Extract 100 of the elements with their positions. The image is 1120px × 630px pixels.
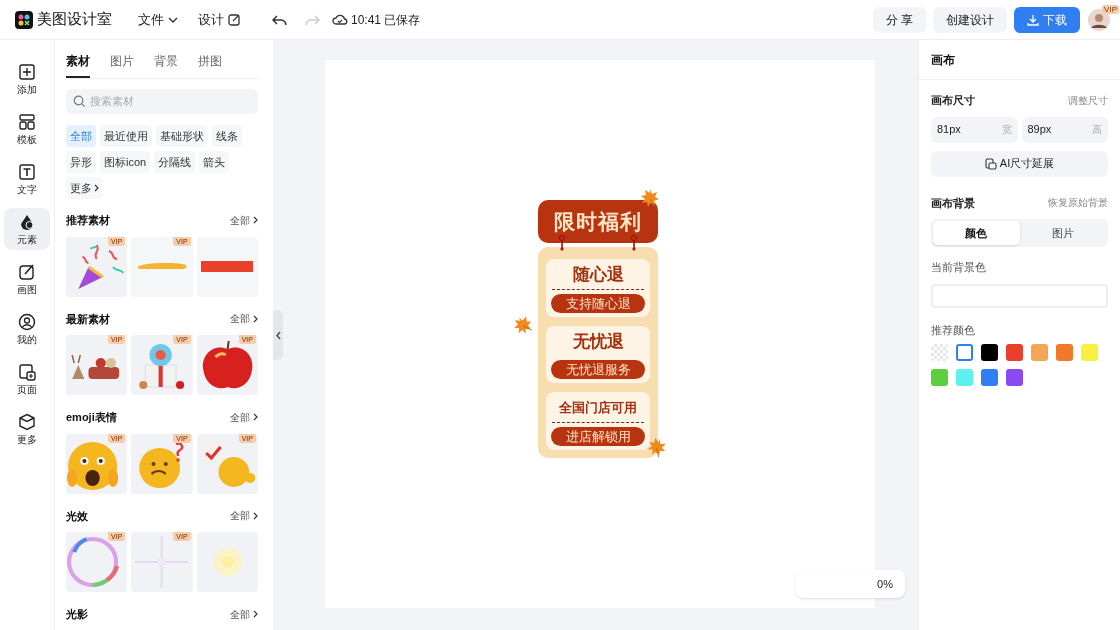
text-link[interactable]: 恢复原始背景 bbox=[1048, 195, 1108, 211]
section-title: 最新素材 bbox=[66, 311, 110, 327]
search-icon bbox=[73, 95, 85, 107]
filter-chip[interactable]: 分隔线 bbox=[154, 151, 196, 173]
panel-tab[interactable]: 素材 bbox=[66, 52, 90, 78]
size-field[interactable]: 89px 高 bbox=[1021, 116, 1108, 143]
download-icon bbox=[1027, 13, 1039, 26]
coupon-heading: 全国门店可用 bbox=[552, 396, 644, 423]
panel-tab[interactable]: 图片 bbox=[110, 52, 134, 78]
rail-item[interactable]: 画图 bbox=[4, 258, 50, 300]
chevron-right-icon bbox=[253, 216, 258, 225]
color-swatch[interactable] bbox=[931, 369, 948, 386]
color-swatch[interactable] bbox=[956, 369, 973, 386]
save-status: 10:41 已保存 bbox=[351, 11, 421, 29]
menu-button[interactable]: 文件 bbox=[138, 9, 178, 30]
chevron-right-icon bbox=[253, 413, 258, 422]
segment-tab[interactable]: 颜色 bbox=[933, 221, 1020, 245]
text-icon bbox=[18, 162, 36, 181]
rail-item[interactable]: 更多 bbox=[4, 408, 50, 450]
size-field[interactable]: 81px 宽 bbox=[931, 116, 1018, 143]
chevron-right-icon bbox=[253, 511, 258, 520]
ai-resize-button[interactable]: AI尺寸延展 bbox=[931, 150, 1108, 177]
section-label: 画布背景 bbox=[931, 195, 975, 211]
color-swatch[interactable] bbox=[1006, 369, 1023, 386]
edit-icon bbox=[228, 13, 240, 26]
rail-item[interactable]: 模板 bbox=[4, 108, 50, 150]
unit-label: 高 bbox=[1092, 123, 1102, 137]
rail-item[interactable]: 添加 bbox=[4, 58, 50, 100]
panel-tab[interactable]: 拼图 bbox=[198, 52, 222, 78]
coupon-heading: 无忧退 bbox=[571, 331, 625, 353]
section-title: emoji表情 bbox=[66, 410, 117, 425]
panel-title: 画布 bbox=[919, 40, 1120, 80]
undo-icon bbox=[272, 13, 287, 26]
coupon-tag: 支持随心退 bbox=[551, 294, 645, 313]
menu-button[interactable]: 设计 bbox=[198, 9, 240, 30]
resize-icon bbox=[984, 157, 997, 170]
chevron-right-icon bbox=[253, 610, 258, 619]
download-button[interactable]: 下载 bbox=[1014, 6, 1080, 33]
color-swatch[interactable] bbox=[981, 369, 998, 386]
coupon-tag: 进店解锁用 bbox=[551, 427, 645, 446]
see-all-link[interactable]: 全部 bbox=[230, 409, 258, 425]
cloud-icon bbox=[332, 13, 348, 26]
undo-button[interactable] bbox=[272, 13, 287, 26]
see-all-link[interactable]: 全部 bbox=[230, 311, 258, 327]
create-design-button[interactable]: 创建设计 bbox=[933, 6, 1007, 33]
add-icon bbox=[18, 62, 36, 81]
see-all-link[interactable]: 全部 bbox=[230, 508, 258, 524]
text-link[interactable]: 调整尺寸 bbox=[1068, 92, 1108, 108]
section-title: 推荐素材 bbox=[66, 213, 110, 228]
color-swatch[interactable] bbox=[931, 344, 948, 361]
see-all-link[interactable]: 全部 bbox=[230, 606, 258, 622]
rail-item[interactable]: 文字 bbox=[4, 158, 50, 200]
logo-icon bbox=[15, 10, 33, 29]
cube-icon bbox=[18, 412, 36, 431]
filter-chip[interactable]: 最近使用 bbox=[100, 125, 152, 147]
zoom-control[interactable]: 0% bbox=[795, 570, 905, 598]
filter-chip[interactable]: 图标icon bbox=[100, 151, 151, 173]
draw-icon bbox=[18, 262, 36, 281]
template-icon bbox=[18, 112, 36, 131]
filter-chip[interactable]: 异形 bbox=[66, 151, 96, 173]
user-icon bbox=[18, 312, 36, 331]
color-swatch[interactable] bbox=[1006, 344, 1023, 361]
redo-icon bbox=[305, 13, 320, 26]
filter-chip[interactable]: 线条 bbox=[212, 125, 242, 147]
color-swatch[interactable] bbox=[1081, 344, 1098, 361]
coupon-heading: 随心退 bbox=[552, 263, 644, 290]
chevron-right-icon bbox=[94, 184, 99, 192]
app-name: 美图设计室 bbox=[37, 9, 112, 30]
chevron-right-icon bbox=[253, 314, 258, 323]
search-field[interactable]: 搜索素材 bbox=[66, 88, 258, 114]
vip-badge: VIP bbox=[1102, 4, 1119, 14]
section-title: 光影 bbox=[66, 607, 88, 622]
field-label: 推荐颜色 bbox=[931, 322, 976, 338]
rail-item[interactable]: 元素 bbox=[4, 208, 50, 250]
collapse-handle[interactable] bbox=[273, 310, 283, 360]
chevron-down-icon bbox=[168, 16, 178, 23]
filter-chip[interactable]: 基础形状 bbox=[156, 125, 208, 147]
section-title: 光效 bbox=[66, 508, 88, 524]
color-swatch[interactable] bbox=[956, 344, 973, 361]
rail-item[interactable]: 页面 bbox=[4, 358, 50, 400]
asset-thumbnail[interactable] bbox=[196, 236, 258, 297]
segment-tab[interactable]: 图片 bbox=[1019, 221, 1106, 245]
see-all-link[interactable]: 全部 bbox=[230, 212, 258, 228]
field-label: 当前背景色 bbox=[931, 260, 987, 275]
color-swatch[interactable] bbox=[981, 344, 998, 361]
color-swatch[interactable] bbox=[1056, 344, 1073, 361]
rail-item[interactable]: 我的 bbox=[4, 308, 50, 350]
chevron-left-icon bbox=[275, 330, 281, 340]
page-add-icon bbox=[18, 362, 36, 381]
color-swatch[interactable] bbox=[1031, 344, 1048, 361]
title-banner: 限时福利 bbox=[538, 200, 658, 243]
filter-chip[interactable]: 全部 bbox=[66, 125, 96, 147]
filter-chip[interactable]: 箭头 bbox=[199, 151, 230, 173]
more-button[interactable]: 更多 bbox=[66, 177, 103, 199]
share-button[interactable]: 分 享 bbox=[872, 6, 926, 33]
section-label: 画布尺寸 bbox=[931, 93, 975, 108]
coupon-tag: 无忧退服务 bbox=[551, 360, 645, 379]
redo-button[interactable] bbox=[305, 13, 320, 26]
panel-tab[interactable]: 背景 bbox=[154, 52, 178, 78]
unit-label: 宽 bbox=[1001, 123, 1012, 137]
